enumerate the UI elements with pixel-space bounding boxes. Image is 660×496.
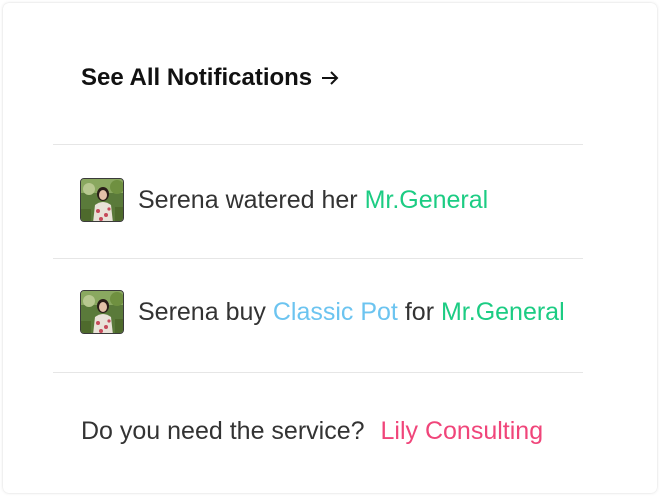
plant-link[interactable]: Mr.General bbox=[441, 298, 565, 327]
divider bbox=[53, 372, 583, 373]
service-question: Do you need the service? bbox=[81, 416, 365, 445]
notification-text: watered her bbox=[225, 185, 358, 214]
service-link[interactable]: Lily Consulting bbox=[381, 417, 544, 446]
divider bbox=[53, 144, 583, 145]
notification-item: Serena buy Classic Pot for Mr.General bbox=[80, 289, 565, 335]
notification-text: buy bbox=[225, 297, 266, 326]
notifications-card: See All Notifications Serena watered her… bbox=[3, 3, 657, 493]
notification-item: Serena watered her Mr.General bbox=[80, 177, 488, 223]
actor-name: Serena bbox=[138, 185, 219, 214]
see-all-notifications-link[interactable]: See All Notifications bbox=[81, 61, 340, 95]
item-link[interactable]: Classic Pot bbox=[273, 298, 398, 327]
actor-name: Serena bbox=[138, 297, 219, 326]
header-title: See All Notifications bbox=[81, 64, 313, 91]
notification-text: for bbox=[404, 297, 435, 326]
arrow-right-icon bbox=[320, 68, 340, 88]
plant-link[interactable]: Mr.General bbox=[365, 186, 489, 215]
divider bbox=[53, 258, 583, 259]
avatar[interactable] bbox=[80, 178, 124, 222]
avatar[interactable] bbox=[80, 290, 124, 334]
service-prompt: Do you need the service? Lily Consulting bbox=[81, 411, 543, 451]
